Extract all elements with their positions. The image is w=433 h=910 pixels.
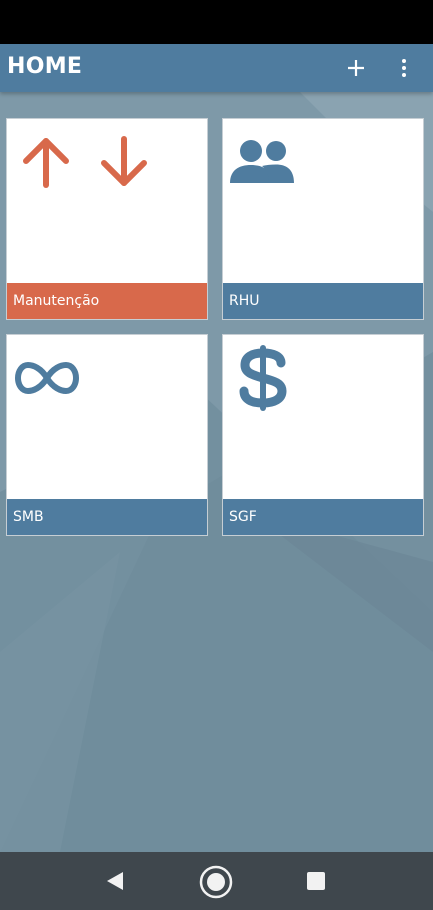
status-bar: [0, 0, 433, 44]
tile-label: Manutenção: [7, 283, 207, 319]
tile-label: SGF: [223, 499, 423, 535]
people-icon: [229, 139, 295, 189]
tile-label: RHU: [223, 283, 423, 319]
tile-manutencao[interactable]: Manutenção: [6, 118, 208, 320]
system-nav-bar: [0, 852, 433, 910]
arrows-up-down-icon: [21, 135, 151, 193]
recents-icon[interactable]: [306, 871, 326, 895]
app-bar: HOME: [0, 44, 433, 92]
tile-label: SMB: [7, 499, 207, 535]
home-icon[interactable]: [198, 864, 234, 904]
tile-smb[interactable]: SMB: [6, 334, 208, 536]
page-title: HOME: [7, 54, 83, 79]
plus-icon[interactable]: [344, 56, 368, 80]
tile-rhu[interactable]: RHU: [222, 118, 424, 320]
more-vert-icon[interactable]: [392, 56, 416, 80]
back-icon[interactable]: [104, 870, 126, 896]
tile-sgf[interactable]: SGF: [222, 334, 424, 536]
dollar-icon: [237, 345, 289, 415]
infinity-icon: [15, 361, 79, 399]
home-content: Manutenção RHU SMB SGF: [0, 92, 433, 852]
